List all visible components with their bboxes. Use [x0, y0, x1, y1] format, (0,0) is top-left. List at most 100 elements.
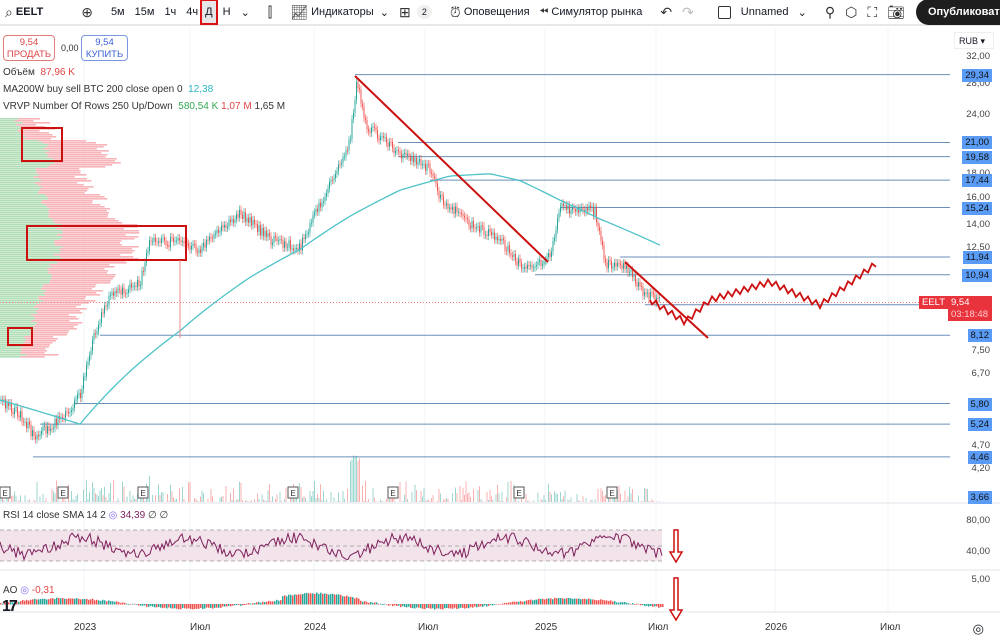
settings-button[interactable]: ⬡	[840, 0, 862, 25]
candle-body	[458, 212, 459, 213]
ao-bar	[618, 603, 620, 605]
ao-bar	[588, 599, 590, 605]
candle-body	[320, 203, 321, 208]
rsi-legend[interactable]: RSI 14 close SMA 14 2 ◎ 34,39 ∅ ∅	[3, 510, 168, 521]
level-price-tag: 8,12	[968, 329, 993, 342]
interval-week[interactable]: Н	[218, 0, 236, 25]
ao-bar	[166, 604, 168, 608]
trend-line	[355, 76, 548, 262]
ao-bar	[652, 604, 654, 607]
publish-button[interactable]: Опубликовать	[916, 0, 1000, 25]
ao-bar	[570, 598, 572, 604]
redo-button[interactable]: ↷	[677, 0, 699, 25]
sell-button[interactable]: 9,54 ПРОДАТЬ	[3, 35, 55, 61]
ao-bar	[440, 604, 442, 609]
volume-profile-down	[36, 304, 80, 306]
candle-body	[490, 229, 491, 232]
ma-legend[interactable]: MA200W buy sell BTC 200 close open 0 12,…	[3, 84, 213, 95]
volume-bar	[40, 497, 41, 502]
quick-search-button[interactable]: ⚲	[820, 0, 840, 25]
volume-profile-down	[49, 212, 109, 214]
candle-body	[526, 267, 527, 269]
volume-profile-up	[0, 288, 41, 290]
candle-body	[400, 151, 401, 153]
candle-body	[394, 148, 395, 153]
ao-bar	[604, 600, 606, 604]
candle-body	[313, 215, 314, 223]
volume-profile-up	[0, 342, 24, 344]
volume-bar	[404, 495, 405, 502]
volume-bar	[277, 494, 278, 502]
layout-save-button[interactable]	[713, 0, 736, 25]
ao-value: -0,31	[32, 585, 55, 596]
layout-name-dropdown[interactable]: Unnamed ⌄	[736, 0, 812, 25]
volume-bar	[506, 497, 507, 502]
alerts-button[interactable]: ⏰︎ Оповещения	[445, 0, 535, 25]
volume-profile-up	[0, 286, 43, 288]
volume-bar	[172, 491, 173, 502]
plus-circle-icon: ⊕	[81, 4, 93, 21]
ao-bar	[324, 593, 326, 604]
interval-dropdown[interactable]: ⌄	[236, 0, 255, 25]
volume-bar	[623, 501, 624, 502]
ao-bar	[468, 604, 470, 608]
candle-body	[158, 241, 159, 242]
interval-15m[interactable]: 15м	[130, 0, 160, 25]
compare-button[interactable]: ⊕	[76, 0, 98, 25]
volume-profile-down	[45, 294, 100, 296]
volume-bar	[518, 501, 519, 502]
candle-body	[46, 426, 47, 434]
volume-bar	[424, 488, 425, 502]
replay-button[interactable]: ⏪︎ Симулятор рынка	[535, 0, 648, 25]
sell-label: ПРОДАТЬ	[4, 49, 54, 61]
ao-bar	[456, 604, 458, 609]
ao-bar	[258, 602, 260, 605]
ao-bar	[572, 599, 574, 605]
ao-bar	[88, 600, 90, 605]
candle-body	[215, 234, 216, 235]
ao-bar	[238, 604, 240, 605]
candle-body	[541, 260, 542, 266]
candle-body	[500, 239, 501, 241]
candle-body	[274, 236, 275, 243]
volume-profile-down	[57, 234, 126, 236]
candle-body	[358, 82, 359, 88]
snapshot-button[interactable]: 📷︎	[882, 0, 910, 25]
volume-legend[interactable]: Объём 87,96 K	[3, 67, 75, 78]
fullscreen-button[interactable]: ⛶	[862, 0, 882, 25]
currency-select[interactable]: RUB ▾	[954, 32, 994, 49]
vrvp-legend[interactable]: VRVP Number Of Rows 250 Up/Down 580,54 K…	[3, 101, 285, 112]
candle-body	[152, 241, 153, 242]
rsi-extra-1: ∅	[148, 510, 157, 521]
volume-bar	[460, 486, 461, 502]
candle-body	[473, 221, 474, 228]
indicators-button[interactable]: 📈︎ Индикаторы ⌄	[285, 0, 394, 25]
ao-bar	[406, 604, 408, 607]
candle-body	[389, 142, 390, 147]
volume-bar	[104, 487, 105, 502]
candle-body	[265, 231, 266, 237]
interval-1h[interactable]: 1ч	[159, 0, 181, 25]
interval-4h[interactable]: 4ч	[181, 0, 200, 25]
ao-bar	[288, 595, 290, 605]
layouts-button[interactable]: ⊞ 2	[394, 0, 437, 25]
ao-bar	[656, 604, 658, 606]
volume-bar	[659, 501, 660, 502]
interval-5m[interactable]: 5м	[106, 0, 130, 25]
chart-canvas[interactable]: EEEEEEE	[0, 28, 1000, 641]
interval-day[interactable]: Д	[202, 1, 215, 23]
axis-settings-icon[interactable]: ◎	[973, 621, 984, 637]
candle-body	[262, 228, 263, 236]
chart-type-button[interactable]: ⫿	[263, 0, 277, 25]
ao-legend[interactable]: AO ◎ -0,31	[3, 585, 55, 596]
volume-profile-up	[0, 174, 39, 176]
symbol-search[interactable]: ⌕ EELT	[0, 0, 48, 25]
buy-button[interactable]: 9,54 КУПИТЬ	[81, 35, 128, 61]
undo-button[interactable]: ↶	[655, 0, 677, 25]
volume-profile-down	[23, 122, 51, 124]
candle-body	[368, 129, 369, 131]
volume-profile-up	[0, 270, 49, 272]
volume-bar	[83, 490, 84, 502]
ao-bar	[44, 599, 46, 605]
ao-bar	[80, 599, 82, 604]
